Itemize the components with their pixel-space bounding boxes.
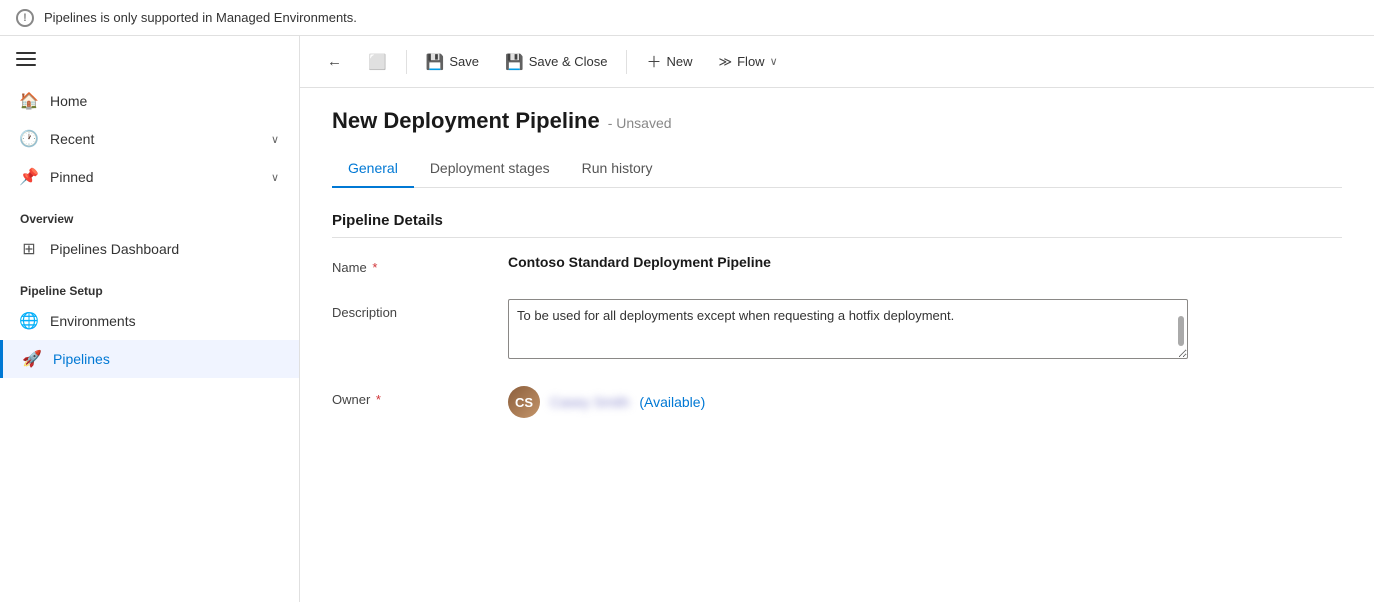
save-close-label: Save & Close <box>529 54 608 69</box>
save-icon: 💾 <box>426 53 445 71</box>
new-label: New <box>666 54 692 69</box>
tabs: General Deployment stages Run history <box>332 150 1342 188</box>
sidebar-item-pipelines-label: Pipelines <box>53 351 279 367</box>
sidebar-item-pipelines-dashboard[interactable]: ⊞ Pipelines Dashboard <box>0 230 299 268</box>
globe-icon: 🌐 <box>20 312 38 330</box>
dashboard-icon: ⊞ <box>20 240 38 258</box>
home-icon: 🏠 <box>20 92 38 110</box>
flow-chevron-icon: ∨ <box>770 55 778 68</box>
save-close-icon: 💾 <box>505 53 524 71</box>
section-label-overview: Overview <box>0 196 299 230</box>
page-header: New Deployment Pipeline - Unsaved Genera… <box>300 88 1374 188</box>
sidebar-header <box>0 36 299 74</box>
form-content: Pipeline Details Name * Contoso Standard… <box>300 188 1374 602</box>
flow-icon: ≫ <box>719 54 733 70</box>
chevron-down-icon: ∨ <box>271 133 279 146</box>
description-label: Description <box>332 299 492 320</box>
main-content: ← ⬜ 💾 Save 💾 Save & Close ＋ New ≫ Flow <box>300 36 1374 602</box>
toolbar-divider <box>406 50 407 74</box>
clock-icon: 🕐 <box>20 130 38 148</box>
sidebar-nav: 🏠 Home 🕐 Recent ∨ 📌 Pinned ∨ Overview ⊞ … <box>0 74 299 386</box>
chevron-down-icon: ∨ <box>271 171 279 184</box>
tab-deployment-stages[interactable]: Deployment stages <box>414 150 566 188</box>
sidebar-item-pipelines[interactable]: 🚀 Pipelines <box>0 340 299 378</box>
popup-button[interactable]: ⬜ <box>357 46 398 78</box>
pipeline-details-section-title: Pipeline Details <box>332 212 1342 238</box>
avatar: CS <box>508 386 540 418</box>
required-star-owner: * <box>376 392 381 407</box>
sidebar-item-home[interactable]: 🏠 Home <box>0 82 299 120</box>
owner-label: Owner * <box>332 386 492 407</box>
back-button[interactable]: ← <box>316 46 353 77</box>
description-textarea-wrapper <box>508 299 1188 362</box>
sidebar-item-pipelines-dashboard-label: Pipelines Dashboard <box>50 241 279 257</box>
pin-icon: 📌 <box>20 168 38 186</box>
sidebar-item-pinned[interactable]: 📌 Pinned ∨ <box>0 158 299 196</box>
menu-icon[interactable] <box>16 52 36 66</box>
flow-button[interactable]: ≫ Flow ∨ <box>708 47 789 77</box>
top-banner: ! Pipelines is only supported in Managed… <box>0 0 1374 36</box>
back-arrow-icon: ← <box>327 53 342 70</box>
owner-row: CS Casey Smith (Available) <box>508 386 705 418</box>
sidebar-item-recent[interactable]: 🕐 Recent ∨ <box>0 120 299 158</box>
name-label: Name * <box>332 254 492 275</box>
popup-icon: ⬜ <box>368 53 387 71</box>
page-title-row: New Deployment Pipeline - Unsaved <box>332 108 1342 134</box>
sidebar-item-recent-label: Recent <box>50 131 259 147</box>
rocket-icon: 🚀 <box>23 350 41 368</box>
description-textarea[interactable] <box>508 299 1188 359</box>
banner-text: Pipelines is only supported in Managed E… <box>44 10 357 25</box>
sidebar-item-environments-label: Environments <box>50 313 279 329</box>
sidebar-item-environments[interactable]: 🌐 Environments <box>0 302 299 340</box>
save-label: Save <box>449 54 479 69</box>
toolbar-divider-2 <box>626 50 627 74</box>
sidebar: 🏠 Home 🕐 Recent ∨ 📌 Pinned ∨ Overview ⊞ … <box>0 36 300 602</box>
info-icon: ! <box>16 9 34 27</box>
owner-name: Casey Smith <box>550 394 629 410</box>
sidebar-item-pinned-label: Pinned <box>50 169 259 185</box>
plus-icon: ＋ <box>646 51 661 72</box>
save-button[interactable]: 💾 Save <box>415 46 490 78</box>
form-row-description: Description <box>332 299 1342 362</box>
tab-run-history[interactable]: Run history <box>566 150 669 188</box>
toolbar: ← ⬜ 💾 Save 💾 Save & Close ＋ New ≫ Flow <box>300 36 1374 88</box>
page-subtitle: - Unsaved <box>608 115 672 131</box>
section-label-pipeline-setup: Pipeline Setup <box>0 268 299 302</box>
owner-status: (Available) <box>639 394 705 410</box>
form-row-owner: Owner * CS Casey Smith (Available) <box>332 386 1342 418</box>
new-button[interactable]: ＋ New <box>635 44 703 79</box>
flow-label: Flow <box>737 54 764 69</box>
page-title: New Deployment Pipeline <box>332 108 600 134</box>
required-star-name: * <box>372 260 377 275</box>
form-row-name: Name * Contoso Standard Deployment Pipel… <box>332 254 1342 275</box>
name-value: Contoso Standard Deployment Pipeline <box>508 254 1342 270</box>
scrollbar-handle <box>1178 316 1184 346</box>
sidebar-item-home-label: Home <box>50 93 279 109</box>
tab-general[interactable]: General <box>332 150 414 188</box>
save-close-button[interactable]: 💾 Save & Close <box>494 46 618 78</box>
